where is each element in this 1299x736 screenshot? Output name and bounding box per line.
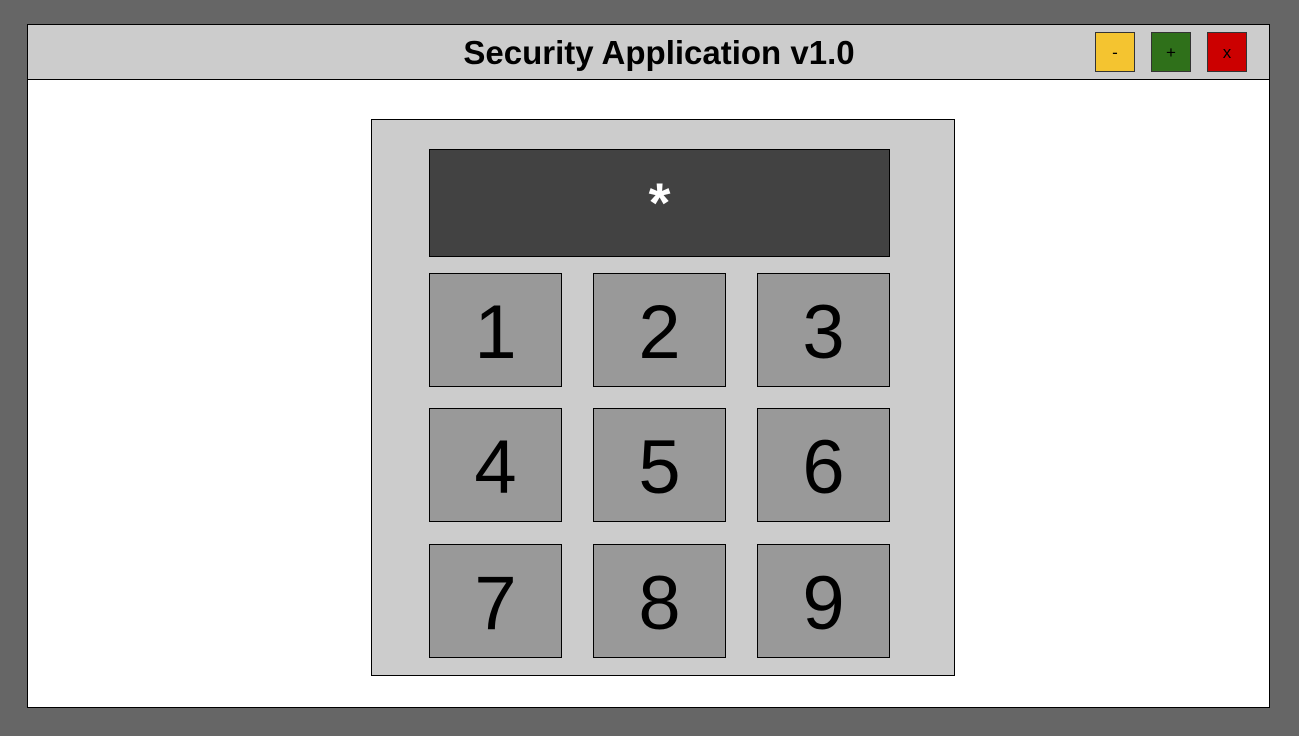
key-1-button[interactable]: 1 [429,273,562,387]
pin-display: * [429,149,890,257]
key-2-button[interactable]: 2 [593,273,726,387]
key-3-button[interactable]: 3 [757,273,890,387]
close-button[interactable]: x [1207,32,1247,72]
key-9-button[interactable]: 9 [757,544,890,658]
minimize-button[interactable]: - [1095,32,1135,72]
title-bar[interactable]: Security Application v1.0 - + x [28,25,1269,80]
maximize-button[interactable]: + [1151,32,1191,72]
app-window: Security Application v1.0 - + x * 1 2 3 … [27,24,1270,708]
keypad-panel: * 1 2 3 4 5 6 7 8 9 [371,119,955,676]
key-5-button[interactable]: 5 [593,408,726,522]
key-8-button[interactable]: 8 [593,544,726,658]
key-6-button[interactable]: 6 [757,408,890,522]
key-7-button[interactable]: 7 [429,544,562,658]
key-4-button[interactable]: 4 [429,408,562,522]
